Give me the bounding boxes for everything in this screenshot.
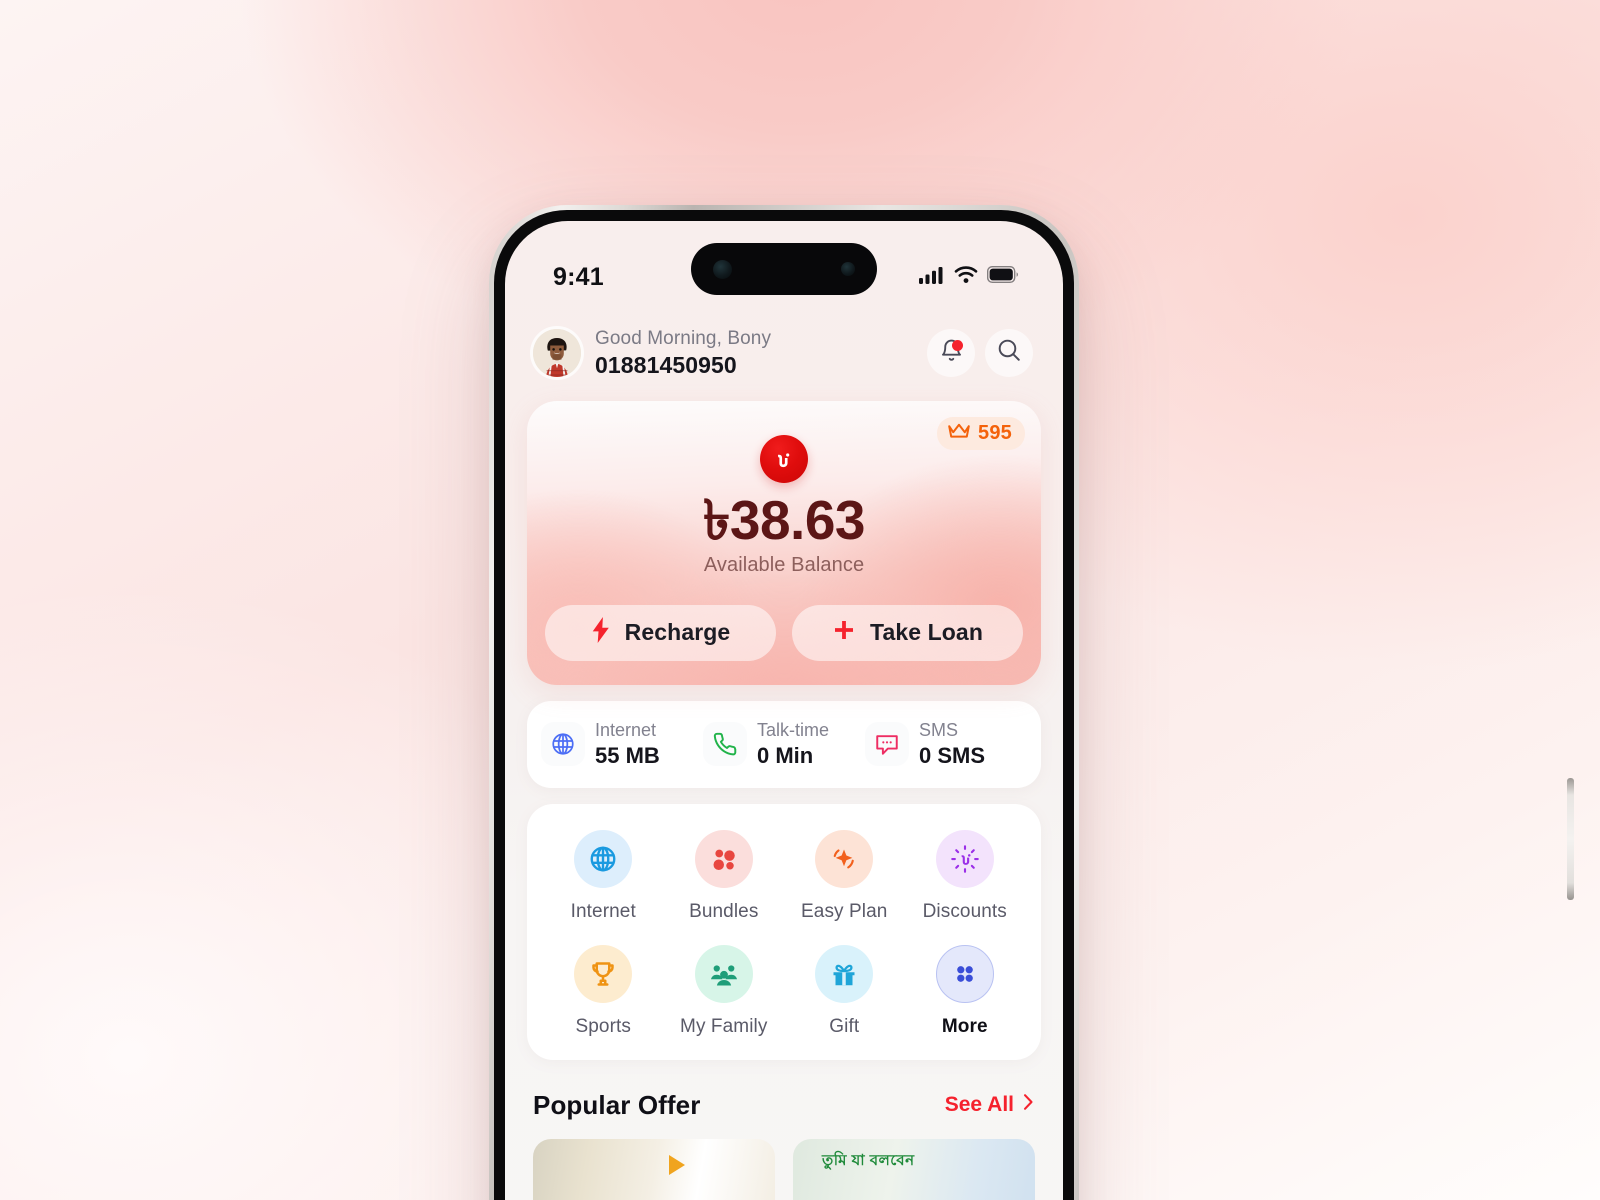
loyalty-points-badge[interactable]: 595 bbox=[937, 416, 1025, 450]
balance-card: 595 ৳38.63 Available Balance Recharge Ta… bbox=[527, 401, 1041, 685]
services-grid: Internet Bundles Easy Plan Discounts Spo… bbox=[527, 803, 1041, 1060]
notification-button[interactable] bbox=[927, 328, 975, 377]
service-label: Bundles bbox=[689, 900, 759, 922]
service-label: Sports bbox=[575, 1015, 631, 1037]
people-icon bbox=[694, 944, 753, 1003]
search-icon bbox=[996, 337, 1022, 368]
app-header: Good Morning, Bony 01881450950 bbox=[505, 317, 1063, 379]
service-label: My Family bbox=[680, 1015, 768, 1037]
phone-bezel: 9:41 Good Morning, Bony 01881450950 595 … bbox=[494, 210, 1074, 1200]
grid-dots-icon bbox=[935, 944, 994, 1003]
usage-value: 0 SMS bbox=[919, 743, 986, 769]
service-label: Discounts bbox=[922, 900, 1007, 922]
dynamic-island bbox=[691, 243, 877, 295]
service-item-bundles[interactable]: Bundles bbox=[664, 829, 785, 923]
globe-icon bbox=[574, 829, 633, 888]
sparkle-icon bbox=[815, 829, 874, 888]
usage-value: 55 MB bbox=[595, 743, 660, 769]
service-item-internet[interactable]: Internet bbox=[543, 829, 664, 923]
usage-item-talktime[interactable]: Talk-time 0 Min bbox=[703, 719, 865, 770]
app-content: Good Morning, Bony 01881450950 595 ৳38.6… bbox=[505, 221, 1063, 1200]
offer-caption: তুমি যা বলবেন bbox=[822, 1151, 915, 1169]
gift-icon bbox=[815, 944, 874, 1003]
service-item-discounts[interactable]: Discounts bbox=[905, 829, 1026, 923]
service-label: Easy Plan bbox=[801, 900, 888, 922]
recharge-label: Recharge bbox=[624, 619, 731, 646]
service-label: Internet bbox=[570, 900, 636, 922]
phone-screen: 9:41 Good Morning, Bony 01881450950 595 … bbox=[505, 221, 1063, 1200]
usage-item-internet[interactable]: Internet 55 MB bbox=[541, 719, 703, 770]
plus-icon bbox=[832, 618, 856, 648]
usage-label: SMS bbox=[919, 719, 959, 740]
taka-rays-icon bbox=[935, 829, 994, 888]
power-button[interactable] bbox=[1567, 778, 1574, 900]
front-camera-icon bbox=[713, 259, 732, 279]
trophy-icon bbox=[574, 944, 633, 1003]
lightning-bolt-icon bbox=[591, 616, 611, 649]
usage-label: Internet bbox=[595, 719, 657, 740]
recharge-button[interactable]: Recharge bbox=[545, 604, 776, 661]
usage-summary-card: Internet 55 MB Talk-time 0 Min SMS 0 SMS bbox=[527, 700, 1041, 788]
usage-item-sms[interactable]: SMS 0 SMS bbox=[865, 719, 1027, 770]
phone-number: 01881450950 bbox=[595, 351, 737, 378]
service-item-easy-plan[interactable]: Easy Plan bbox=[784, 829, 905, 923]
taka-coin-icon bbox=[760, 434, 808, 483]
notification-badge-dot bbox=[952, 339, 963, 351]
greeting-text: Good Morning, Bony bbox=[595, 328, 772, 349]
search-button[interactable] bbox=[985, 328, 1033, 377]
phone-icon bbox=[703, 722, 747, 767]
phone-device: 9:41 Good Morning, Bony 01881450950 595 … bbox=[489, 205, 1574, 1200]
popular-offer-header: Popular Offer See All bbox=[505, 1060, 1063, 1121]
usage-value: 0 Min bbox=[757, 743, 814, 769]
popular-offer-list: তুমি যা বলবেন bbox=[505, 1121, 1063, 1200]
service-label: Gift bbox=[829, 1015, 860, 1037]
message-icon bbox=[865, 722, 909, 767]
loyalty-points-value: 595 bbox=[978, 421, 1012, 444]
take-loan-label: Take Loan bbox=[870, 619, 983, 646]
play-icon bbox=[668, 1154, 685, 1175]
four-dots-icon bbox=[694, 829, 753, 888]
crown-icon bbox=[947, 422, 971, 445]
avatar[interactable] bbox=[533, 328, 581, 377]
globe-icon bbox=[541, 722, 585, 767]
service-item-sports[interactable]: Sports bbox=[543, 944, 664, 1038]
service-item-gift[interactable]: Gift bbox=[784, 944, 905, 1038]
service-item-more[interactable]: More bbox=[905, 944, 1026, 1038]
offer-card[interactable] bbox=[533, 1138, 775, 1200]
balance-label: Available Balance bbox=[703, 553, 865, 576]
see-all-label: See All bbox=[944, 1093, 1014, 1117]
see-all-link[interactable]: See All bbox=[945, 1093, 1035, 1117]
popular-offer-title: Popular Offer bbox=[533, 1089, 701, 1120]
service-item-my-family[interactable]: My Family bbox=[664, 944, 785, 1038]
service-label: More bbox=[941, 1015, 988, 1037]
offer-card[interactable]: তুমি যা বলবেন bbox=[793, 1138, 1035, 1200]
face-id-sensor-icon bbox=[841, 262, 855, 276]
balance-amount: ৳38.63 bbox=[702, 488, 866, 551]
take-loan-button[interactable]: Take Loan bbox=[792, 604, 1023, 661]
usage-label: Talk-time bbox=[757, 719, 830, 740]
chevron-right-icon bbox=[1022, 1093, 1035, 1117]
